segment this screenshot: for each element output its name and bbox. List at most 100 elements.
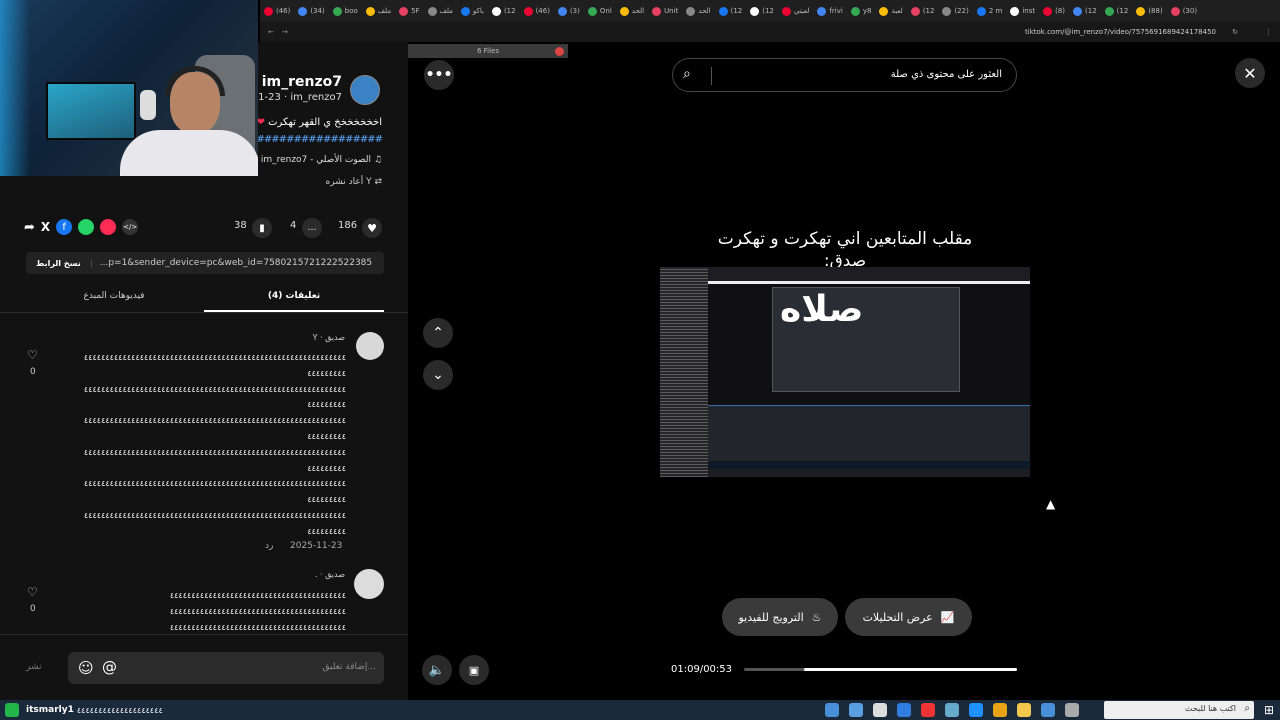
- reload-icon[interactable]: ↻: [1232, 28, 1238, 36]
- browser-tab[interactable]: 2 m: [973, 0, 1007, 22]
- windows-start-icon[interactable]: ⊞: [1264, 703, 1274, 717]
- browser-tab[interactable]: لعبة: [875, 0, 906, 22]
- browser-tab[interactable]: (34): [294, 0, 328, 22]
- browser-tab[interactable]: Onl: [584, 0, 616, 22]
- browser-tab[interactable]: (12: [715, 0, 747, 22]
- view-analytics-button[interactable]: عرض التحليلات 📈: [845, 598, 972, 636]
- x-icon[interactable]: X: [41, 220, 50, 234]
- browser-tab[interactable]: frivi: [813, 0, 846, 22]
- progress-fill: [804, 668, 1017, 671]
- tab-favicon-icon: [332, 6, 342, 16]
- browser-tab[interactable]: باكو: [457, 0, 488, 22]
- avatar[interactable]: [350, 75, 380, 105]
- taskbar-app-icon[interactable]: [969, 703, 983, 717]
- back-icon[interactable]: ←: [268, 28, 274, 36]
- browser-tab[interactable]: y8: [847, 0, 876, 22]
- browser-tab[interactable]: boo: [329, 0, 362, 22]
- sound-info[interactable]: ♫ الصوت الأصلي - im_renzo7: [261, 155, 382, 165]
- progress-track[interactable]: [744, 668, 1017, 671]
- browser-tab[interactable]: (46): [520, 0, 554, 22]
- obs-left-log: [660, 267, 708, 477]
- forward-icon[interactable]: →: [282, 28, 288, 36]
- browser-tab[interactable]: (12: [1101, 0, 1133, 22]
- whatsapp-icon[interactable]: [78, 219, 95, 235]
- taskbar-app-icon[interactable]: [873, 703, 887, 717]
- browser-tab[interactable]: الحد: [616, 0, 648, 22]
- browser-tab[interactable]: الحد: [682, 0, 714, 22]
- next-video-button[interactable]: ⌄: [423, 360, 453, 390]
- username[interactable]: im_renzo7: [262, 74, 342, 90]
- browser-tab[interactable]: Unit: [648, 0, 682, 22]
- browser-tab[interactable]: (8): [1039, 0, 1069, 22]
- browser-tab[interactable]: (46): [260, 0, 294, 22]
- taskbar-app-icon[interactable]: [1041, 703, 1055, 717]
- mention-icon[interactable]: @: [102, 658, 117, 676]
- browser-tab[interactable]: لعبتي: [778, 0, 814, 22]
- taskbar-app-icon[interactable]: [945, 703, 959, 717]
- taskbar-app-icon[interactable]: [825, 703, 839, 717]
- video-player[interactable]: ⌕ العثور على محتوى ذي صلة مقلب المتابعين…: [660, 42, 1030, 700]
- taskbar-app-icon[interactable]: [1017, 703, 1031, 717]
- browser-tab[interactable]: (12: [907, 0, 939, 22]
- comment-avatar[interactable]: [356, 332, 384, 360]
- previous-video-button[interactable]: ⌃: [423, 318, 453, 348]
- volume-button[interactable]: 🔈: [422, 655, 452, 685]
- search-bar[interactable]: ⌕ العثور على محتوى ذي صلة: [672, 58, 1017, 92]
- comment-avatar[interactable]: [354, 569, 384, 599]
- browser-tab-bar: (46) (34) boo ملف 5F ملف باكو (12 (46) (3) Onl الحد…: [260, 0, 1280, 22]
- comment-author[interactable]: . · صديق: [315, 570, 345, 579]
- comment-author[interactable]: Y · صديق: [313, 333, 345, 342]
- browser-tab[interactable]: (88): [1132, 0, 1166, 22]
- pip-button[interactable]: ▣: [459, 655, 489, 685]
- browser-tab[interactable]: 5F: [395, 0, 423, 22]
- taskbar-app-icon[interactable]: [1065, 703, 1079, 717]
- heart-icon[interactable]: ♥: [362, 218, 382, 238]
- comment-like-icon[interactable]: ♡: [27, 585, 38, 599]
- mouse-cursor-icon: ▲: [1046, 497, 1056, 511]
- tab-title: (12: [1116, 7, 1129, 15]
- comment-icon[interactable]: …: [302, 218, 322, 238]
- browser-tab[interactable]: (22): [938, 0, 972, 22]
- comment-like-icon[interactable]: ♡: [27, 348, 38, 362]
- tab-title: 5F: [411, 7, 420, 15]
- post-comment-button[interactable]: نشر: [26, 662, 42, 672]
- copy-link-button[interactable]: نسخ الرابط: [26, 258, 92, 268]
- search-icon[interactable]: ⌕: [683, 66, 691, 82]
- menu-icon[interactable]: ⋮: [1265, 28, 1272, 36]
- browser-tab[interactable]: (12: [488, 0, 520, 22]
- telegram-icon[interactable]: [100, 219, 117, 235]
- taskbar-app-icon[interactable]: [897, 703, 911, 717]
- video-link[interactable]: ...p=1&sender_device=pc&web_id=758021572…: [100, 258, 372, 268]
- embed-icon[interactable]: </>: [122, 219, 139, 235]
- taskbar-app-icon[interactable]: [921, 703, 935, 717]
- reply-button[interactable]: رد: [265, 541, 273, 551]
- browser-tab[interactable]: (12: [1069, 0, 1101, 22]
- taskbar-search-icon: ⌕: [1244, 703, 1250, 714]
- taskbar-app-icon[interactable]: [849, 703, 863, 717]
- url-text[interactable]: tiktok.com/@im_renzo7/video/757569168942…: [1025, 28, 1216, 36]
- taskbar-app-icon[interactable]: [993, 703, 1007, 717]
- close-video-button[interactable]: ✕: [1235, 58, 1265, 88]
- share-icon[interactable]: ➦: [24, 220, 35, 235]
- promote-video-button[interactable]: الترويج للفيديو ♨: [722, 598, 838, 636]
- obs-mixer: [708, 405, 1030, 461]
- tab-creator-videos[interactable]: فيديوهات المبدع: [24, 291, 204, 301]
- browser-tab[interactable]: inst: [1006, 0, 1039, 22]
- facebook-icon[interactable]: f: [56, 219, 73, 235]
- browser-tab[interactable]: ملف: [362, 0, 395, 22]
- tab-favicon-icon: [942, 6, 952, 16]
- browser-tab[interactable]: ملف: [424, 0, 457, 22]
- tab-favicon-icon: [399, 6, 409, 16]
- bookmark-icon[interactable]: ▮: [252, 218, 272, 238]
- browser-tab[interactable]: (30): [1167, 0, 1201, 22]
- emoji-icon[interactable]: ☺: [78, 659, 94, 677]
- close-files-icon[interactable]: [555, 46, 564, 56]
- browser-tab[interactable]: (12: [746, 0, 778, 22]
- comment-input[interactable]: ☺ @ إضافة تعليق...: [68, 652, 384, 684]
- url-bar[interactable]: ← → tiktok.com/@im_renzo7/video/75756916…: [260, 22, 1280, 42]
- more-options-button[interactable]: •••: [424, 60, 454, 90]
- browser-tab[interactable]: (3): [554, 0, 584, 22]
- files-indicator[interactable]: 6 Files: [408, 44, 568, 58]
- taskbar-search[interactable]: اكتب هنا للبحث ⌕: [1104, 701, 1254, 719]
- tab-comments[interactable]: تعليقات (4): [204, 291, 384, 301]
